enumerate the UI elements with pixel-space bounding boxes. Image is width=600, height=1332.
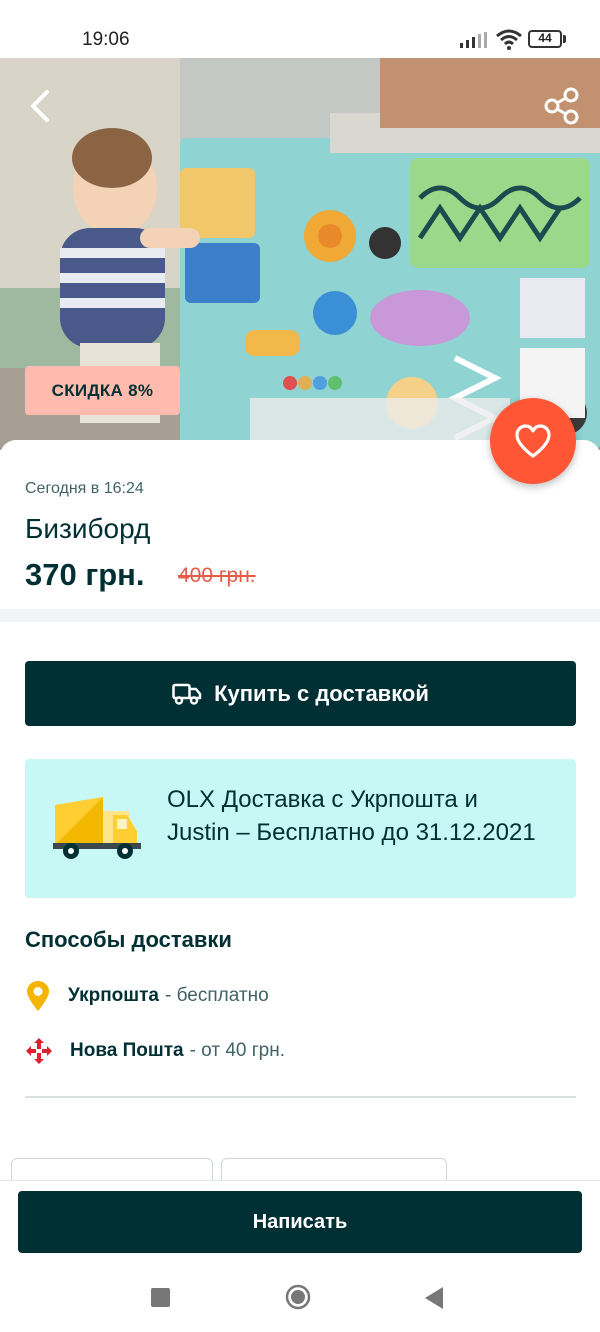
buy-button-label: Купить с доставкой [214, 680, 429, 706]
status-bar: 19:06 44 [0, 0, 600, 60]
old-price: 400 грн. [178, 564, 256, 587]
write-message-button[interactable]: Написать [18, 1191, 582, 1253]
system-nav-bar [0, 1264, 600, 1332]
product-photo[interactable]: СКИДКА 8% [0, 58, 600, 450]
truck-illustration-icon [53, 797, 141, 859]
status-time: 19:06 [82, 29, 130, 50]
delivery-truck-icon [172, 683, 202, 705]
bottom-action-bar: Написать [0, 1180, 600, 1265]
nav-back-icon[interactable] [424, 1286, 444, 1310]
wifi-icon [496, 29, 522, 50]
posted-date: Сегодня в 16:24 [25, 480, 144, 497]
buy-with-delivery-button[interactable]: Купить с доставкой [25, 661, 576, 726]
recent-apps-icon[interactable] [151, 1288, 170, 1307]
discount-badge: СКИДКА 8% [25, 366, 180, 415]
section-divider [0, 609, 600, 622]
delivery-method-detail: - от 40 грн. [189, 1040, 285, 1061]
novaposhta-icon [26, 1038, 52, 1064]
ukrposhta-pin-icon [27, 981, 49, 1011]
promo-text: OLX Доставка с Укрпошта и Justin – Беспл… [167, 786, 536, 846]
battery-icon: 44 [528, 30, 562, 48]
delivery-promo: OLX Доставка с Укрпошта и Justin – Беспл… [25, 759, 576, 898]
back-arrow-icon[interactable] [18, 84, 62, 128]
delivery-method-novaposhta: Нова Пошта - от 40 грн. [25, 1035, 285, 1067]
price: 370 грн. [25, 557, 145, 592]
divider [25, 1096, 576, 1098]
home-icon[interactable] [285, 1284, 311, 1310]
share-icon[interactable] [540, 84, 584, 128]
signal-icon [460, 32, 487, 48]
favorite-button[interactable] [490, 398, 576, 484]
delivery-method-ukrposhta: Укрпошта - бесплатно [25, 980, 269, 1012]
delivery-method-name: Укрпошта [68, 985, 160, 1006]
heart-icon [515, 424, 551, 458]
delivery-method-name: Нова Пошта [70, 1040, 184, 1061]
delivery-method-detail: - бесплатно [165, 985, 269, 1006]
listing-title: Бизиборд [25, 513, 151, 544]
battery-level: 44 [538, 31, 552, 45]
delivery-methods-heading: Способы доставки [25, 927, 232, 952]
battery-tip [563, 35, 566, 43]
